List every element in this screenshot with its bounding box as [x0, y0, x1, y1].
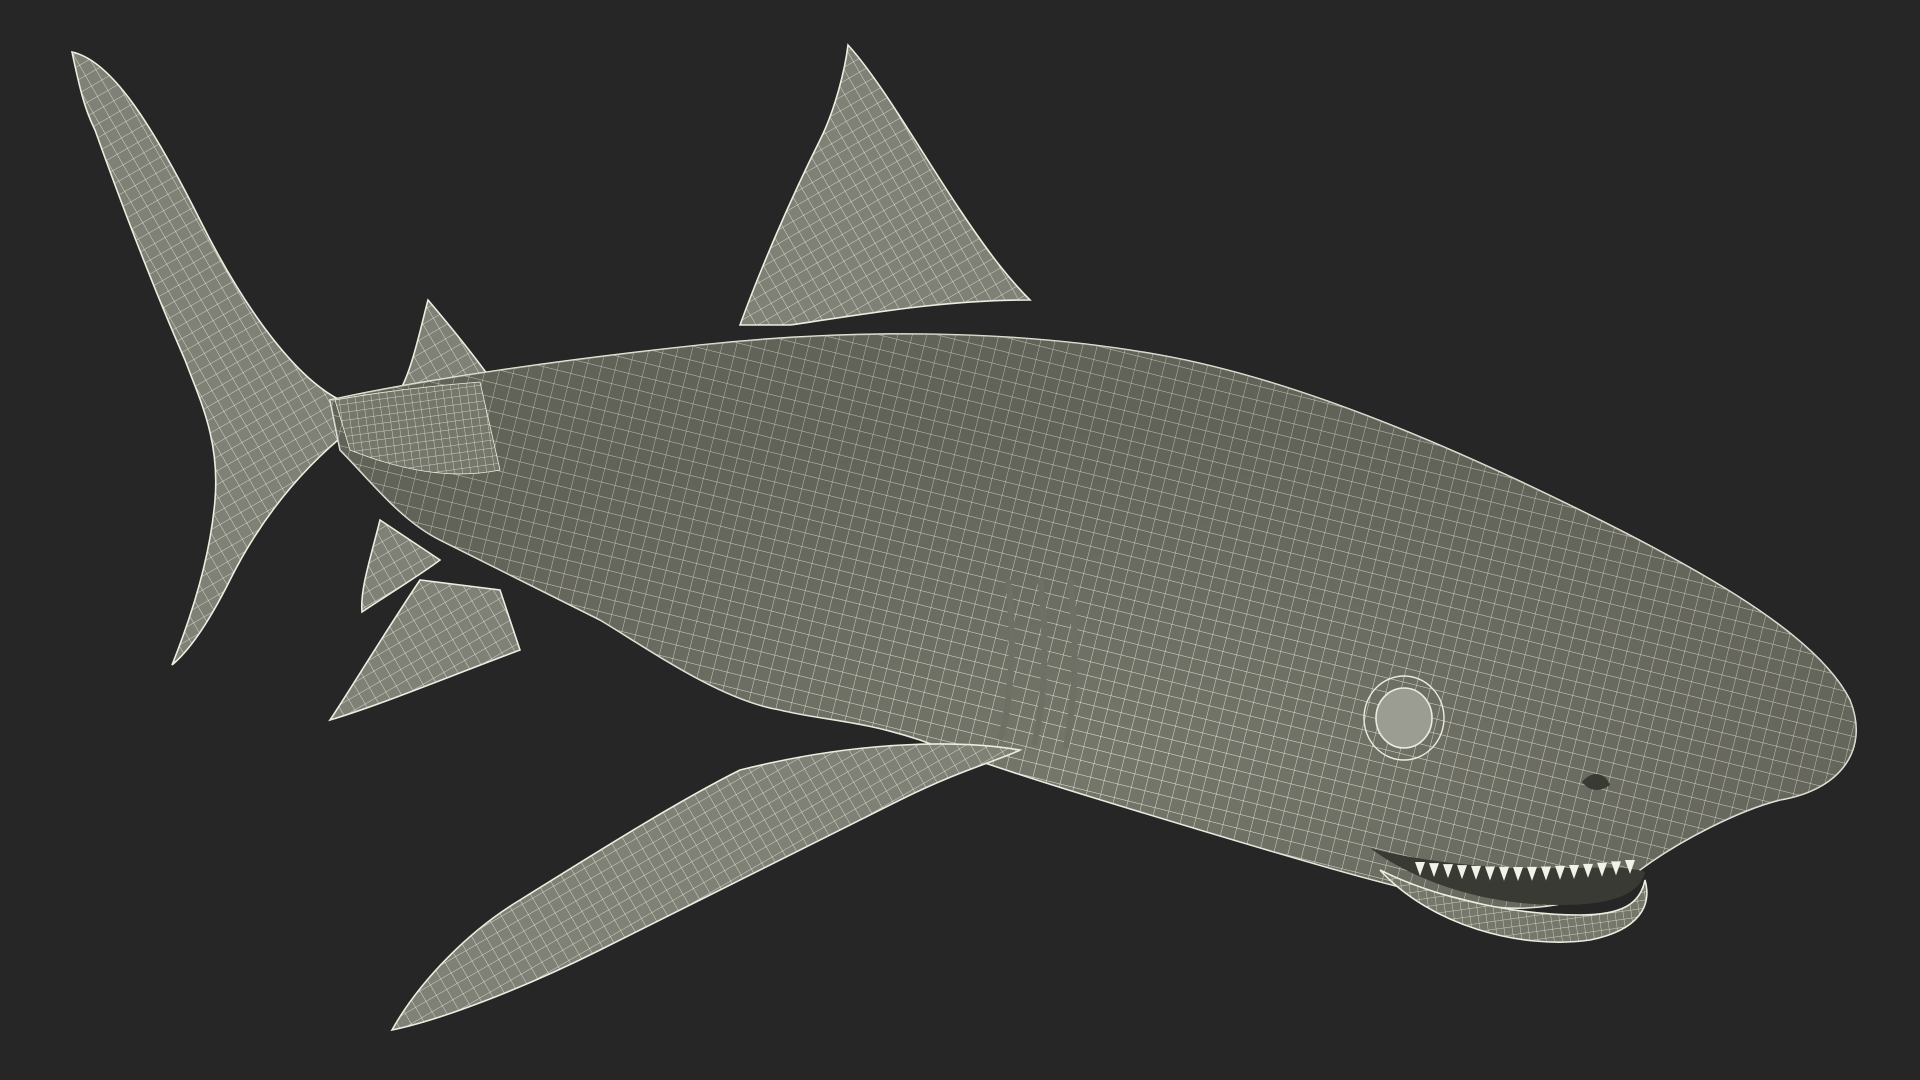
caudal-fin — [70, 50, 351, 666]
shark-render — [70, 43, 1857, 1032]
render-viewport — [0, 0, 1920, 1080]
shark-eye — [1375, 687, 1433, 749]
body-shading — [330, 333, 1857, 909]
pectoral-fin — [390, 743, 1023, 1032]
first-dorsal-fin — [738, 43, 1032, 326]
pelvic-fin — [328, 579, 522, 722]
